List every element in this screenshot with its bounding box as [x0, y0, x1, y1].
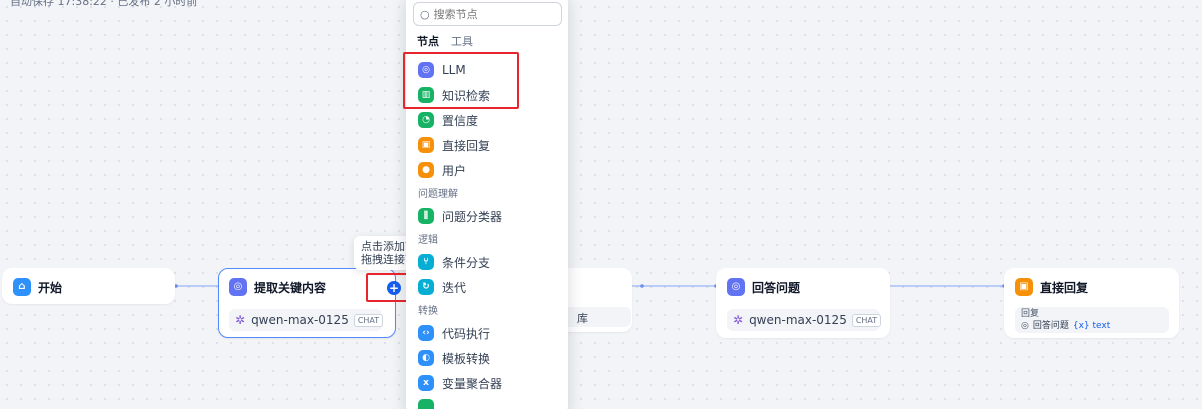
picker-tabs: 节点 工具 [417, 33, 485, 49]
tab-tools[interactable]: 工具 [451, 33, 473, 49]
search-input[interactable] [433, 7, 544, 21]
node-start-header: ⌂ 开始 [13, 278, 62, 296]
reply-variable: ◎ 回答问题 {x} text [1021, 321, 1163, 332]
chat-badge: CHAT [353, 313, 384, 327]
model-name: qwen-max-0125 [749, 313, 847, 327]
node-reply-header: ▣ 直接回复 [1015, 278, 1088, 296]
node-title: 提取关键内容 [254, 280, 327, 295]
chat-badge: CHAT [851, 313, 882, 327]
model-name: qwen-max-0125 [251, 313, 349, 327]
highlight-box-llm-knowledge [403, 52, 519, 109]
node-answer-question[interactable]: ◎ 回答问题 ✲ qwen-max-0125 CHAT [716, 268, 890, 338]
picker-item-direct-reply[interactable]: ▣ 直接回复 [418, 136, 490, 154]
gauge-icon: ◔ [418, 112, 434, 128]
search-icon: ○ [420, 7, 430, 21]
group-label-transform: 转换 [418, 306, 438, 317]
group-label-understanding: 问题理解 [418, 189, 458, 200]
reply-icon: ▣ [1015, 278, 1033, 296]
variable-icon: x [418, 375, 434, 391]
group-label-logic: 逻辑 [418, 235, 438, 246]
reply-content: 回复 ◎ 回答问题 {x} text [1015, 307, 1169, 333]
classifier-icon: ⫼ [418, 208, 434, 224]
picker-item-classifier[interactable]: ⫼ 问题分类器 [418, 207, 502, 225]
branch-icon: ⑂ [418, 254, 434, 270]
search-box[interactable]: ○ [413, 2, 562, 26]
qwen-logo-icon: ✲ [733, 313, 744, 327]
qwen-logo-icon: ✲ [235, 313, 246, 327]
tab-nodes[interactable]: 节点 [417, 33, 439, 49]
loop-icon: ↻ [418, 279, 434, 295]
tooltip-line-2: 拖拽连接节点 [361, 253, 410, 266]
user-icon: ● [418, 162, 434, 178]
code-icon: ‹› [418, 325, 434, 341]
variable-source: 回答问题 [1032, 321, 1069, 331]
node-start[interactable]: ⌂ 开始 [2, 268, 175, 304]
llm-icon: ◎ [1021, 321, 1029, 331]
llm-icon: ◎ [727, 278, 745, 296]
picker-item-code[interactable]: ‹› 代码执行 [418, 324, 490, 342]
picker-item-iteration[interactable]: ↻ 迭代 [418, 278, 466, 296]
tooltip-line-1: 点击添加节点 [361, 240, 410, 253]
edge-handle-middle [640, 284, 644, 288]
picker-item-variable-aggregator[interactable]: x 变量聚合器 [418, 374, 502, 392]
picker-item-template[interactable]: ◐ 模板转换 [418, 349, 490, 367]
picker-item-user[interactable]: ● 用户 [418, 161, 466, 179]
node-extract-header: ◎ 提取关键内容 [229, 278, 326, 296]
workflow-edges [174, 284, 1006, 288]
variable-name: {x} text [1072, 321, 1111, 331]
node-title: 直接回复 [1040, 280, 1089, 295]
template-icon: ◐ [418, 350, 434, 366]
model-selector[interactable]: ✲ qwen-max-0125 CHAT [727, 309, 882, 331]
picker-item-confidence[interactable]: ◔ 置信度 [418, 111, 478, 129]
reply-label: 回复 [1021, 309, 1040, 319]
node-direct-reply[interactable]: ▣ 直接回复 回复 ◎ 回答问题 {x} text [1004, 268, 1179, 338]
reply-icon: ▣ [418, 137, 434, 153]
more-item-icon [418, 399, 434, 409]
llm-icon: ◎ [229, 278, 247, 296]
node-answer-header: ◎ 回答问题 [727, 278, 800, 296]
add-node-tooltip: 点击添加节点 拖拽连接节点 [354, 236, 410, 270]
model-selector[interactable]: ✲ qwen-max-0125 CHAT [229, 309, 384, 331]
home-icon: ⌂ [13, 278, 31, 296]
node-title: 开始 [38, 280, 63, 295]
node-title: 回答问题 [752, 280, 801, 295]
picker-item-condition-branch[interactable]: ⑂ 条件分支 [418, 253, 490, 271]
